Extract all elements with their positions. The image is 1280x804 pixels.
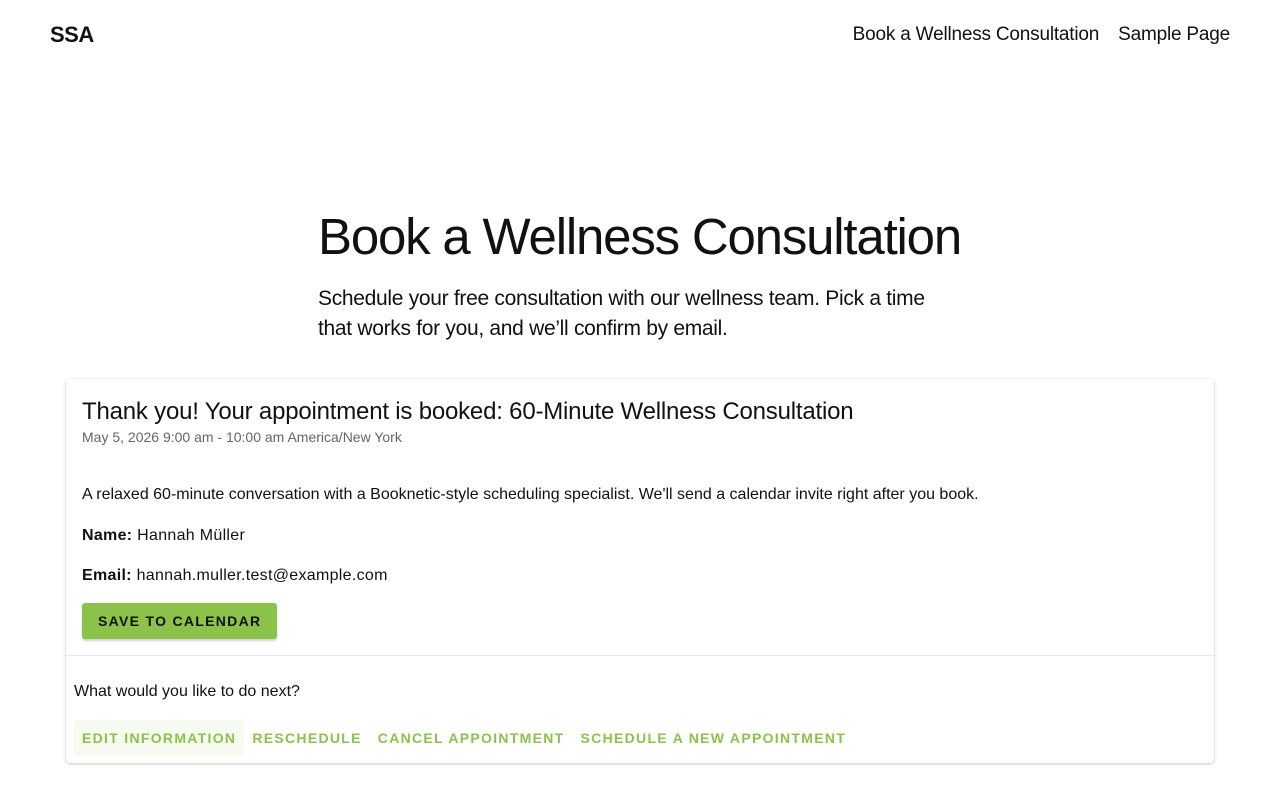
name-label: Name: — [82, 527, 133, 544]
name-field: Name: Hannah Müller — [82, 526, 1198, 546]
next-actions: Edit Information Reschedule Cancel Appoi… — [74, 720, 1206, 756]
nav-item-book-consultation[interactable]: Book a Wellness Consultation — [853, 24, 1100, 46]
next-actions-prompt: What would you like to do next? — [74, 683, 300, 700]
page-title: Book a Wellness Consultation — [318, 208, 962, 265]
edit-information-button[interactable]: Edit Information — [74, 720, 245, 756]
confirmation-title: Thank you! Your appointment is booked: 6… — [82, 398, 854, 425]
save-to-calendar-button[interactable]: Save to Calendar — [82, 603, 278, 639]
name-value: Hannah Müller — [137, 527, 246, 544]
email-value: hannah.muller.test@example.com — [136, 567, 388, 584]
nav-item-sample-page[interactable]: Sample Page — [1118, 24, 1230, 46]
reschedule-button[interactable]: Reschedule — [244, 720, 369, 756]
site-title-link[interactable]: SSA — [50, 22, 94, 48]
confirmation-card: Thank you! Your appointment is booked: 6… — [66, 379, 1214, 763]
site-header: SSA Book a Wellness Consultation Sample … — [0, 0, 1280, 72]
schedule-new-appointment-button[interactable]: Schedule a New Appointment — [573, 720, 855, 756]
primary-nav: Book a Wellness Consultation Sample Page — [853, 24, 1231, 46]
next-actions-section: What would you like to do next? Edit Inf… — [66, 656, 1214, 756]
email-field: Email: hannah.muller.test@example.com — [82, 566, 1198, 586]
page-subtitle: Schedule your free consultation with our… — [318, 287, 925, 340]
confirmation-details: Thank you! Your appointment is booked: 6… — [66, 379, 1214, 656]
appointment-datetime: May 5, 2026 9:00 am - 10:00 am America/N… — [82, 429, 402, 445]
hero-section: Book a Wellness Consultation Schedule yo… — [318, 204, 968, 344]
cancel-appointment-button[interactable]: Cancel Appointment — [370, 720, 573, 756]
appointment-description: A relaxed 60-minute conversation with a … — [82, 486, 979, 503]
email-label: Email: — [82, 567, 132, 584]
